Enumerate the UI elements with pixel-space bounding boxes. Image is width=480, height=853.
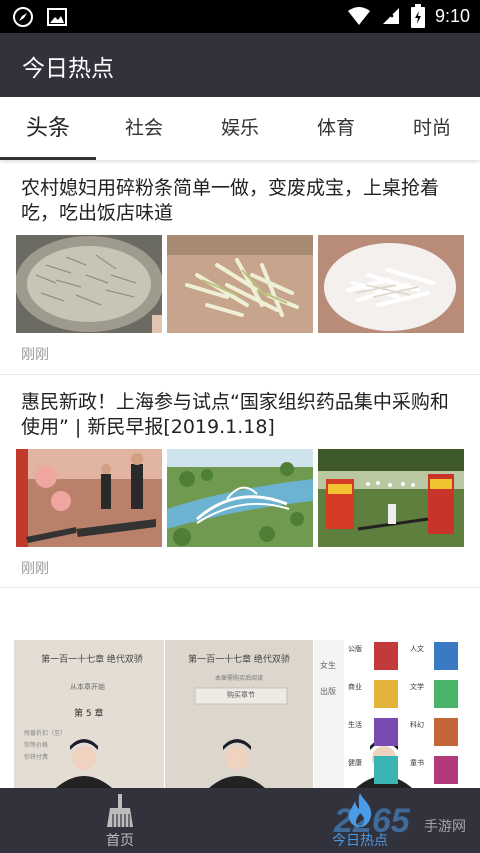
news-feed[interactable]: 农村媳妇用碎粉条简单一做，变废成宝，上桌抢着吃，吃出饭店味道 刚刚 惠民新政！上…	[0, 162, 480, 788]
tab-society[interactable]: 社会	[96, 97, 192, 160]
nav-home[interactable]: 首页	[70, 788, 170, 853]
status-bar: 9:10	[0, 0, 480, 33]
chapter-subtitle: 本章需购买后阅读	[214, 675, 263, 682]
book-category: 健康	[348, 759, 362, 767]
book-category: 商业	[348, 683, 362, 691]
tab-indicator	[0, 157, 96, 160]
ad-banner[interactable]: 第一百一十七章 绝代双骄 从本章开始 第 5 章 残番折扣（至） 你等价格 你将…	[0, 640, 480, 788]
watermark-text: 手游网	[424, 819, 466, 835]
buy-chapter-button[interactable]: 购买章节	[195, 690, 287, 700]
bridge-park-image[interactable]	[167, 449, 313, 547]
noodle-board-image[interactable]	[167, 235, 313, 333]
book-category: 童书	[410, 759, 424, 767]
site-watermark: 2265 手游网	[326, 798, 476, 852]
tab-entertainment[interactable]: 娱乐	[192, 97, 288, 160]
gym-treadmill-image[interactable]	[16, 449, 162, 547]
wifi-icon	[347, 7, 370, 25]
watermark-logo: 2265	[334, 802, 410, 840]
tab-headlines[interactable]: 头条	[0, 97, 96, 160]
compass-icon	[13, 7, 33, 27]
news-title[interactable]: 惠民新政！上海参与试点“国家组织药品集中采购和使用” | 新民早报[2019.1…	[21, 390, 461, 440]
news-item[interactable]: 农村媳妇用碎粉条简单一做，变废成宝，上桌抢着吃，吃出饭店味道 刚刚	[0, 162, 480, 374]
category-tabs: 头条 社会 娱乐 体育 时尚	[0, 97, 480, 160]
news-time: 刚刚	[21, 347, 49, 363]
book-category: 文学	[410, 683, 424, 691]
category-side-label: 出版	[320, 687, 336, 696]
book-category: 公版	[348, 645, 362, 653]
divider	[0, 587, 480, 588]
nav-home-label: 首页	[106, 833, 134, 849]
festival-crowd-image[interactable]	[318, 449, 464, 547]
noodle-bowl-image[interactable]	[16, 235, 162, 333]
clock: 9:10	[434, 5, 470, 26]
news-time: 刚刚	[21, 561, 49, 577]
chapter-line: 你将付费	[24, 754, 49, 761]
signal-icon	[382, 8, 399, 24]
tab-fashion[interactable]: 时尚	[384, 97, 480, 160]
chapter-line: 从本章开始	[70, 683, 105, 691]
battery-icon	[410, 4, 425, 28]
image-icon	[47, 8, 67, 26]
book-category: 人文	[410, 645, 424, 653]
chapter-line: 你等价格	[24, 742, 49, 749]
chapter-heading: 第一百一十七章 绝代双骄	[188, 655, 290, 665]
broom-icon	[107, 794, 133, 827]
book-category: 科幻	[410, 721, 424, 729]
chapter-line: 第 5 章	[74, 709, 104, 719]
tab-sports[interactable]: 体育	[288, 97, 384, 160]
chapter-line: 残番折扣（至）	[24, 730, 67, 737]
book-category: 生活	[348, 721, 362, 729]
news-title[interactable]: 农村媳妇用碎粉条简单一做，变废成宝，上桌抢着吃，吃出饭店味道	[21, 176, 461, 226]
chapter-heading: 第一百一十七章 绝代双骄	[41, 655, 143, 665]
news-item[interactable]: 惠民新政！上海参与试点“国家组织药品集中采购和使用” | 新民早报[2019.1…	[0, 375, 480, 587]
noodle-plate-image[interactable]	[318, 235, 464, 333]
app-bar: 今日热点	[0, 33, 480, 97]
category-side-label: 女生	[320, 661, 336, 670]
app-title: 今日热点	[22, 56, 114, 82]
